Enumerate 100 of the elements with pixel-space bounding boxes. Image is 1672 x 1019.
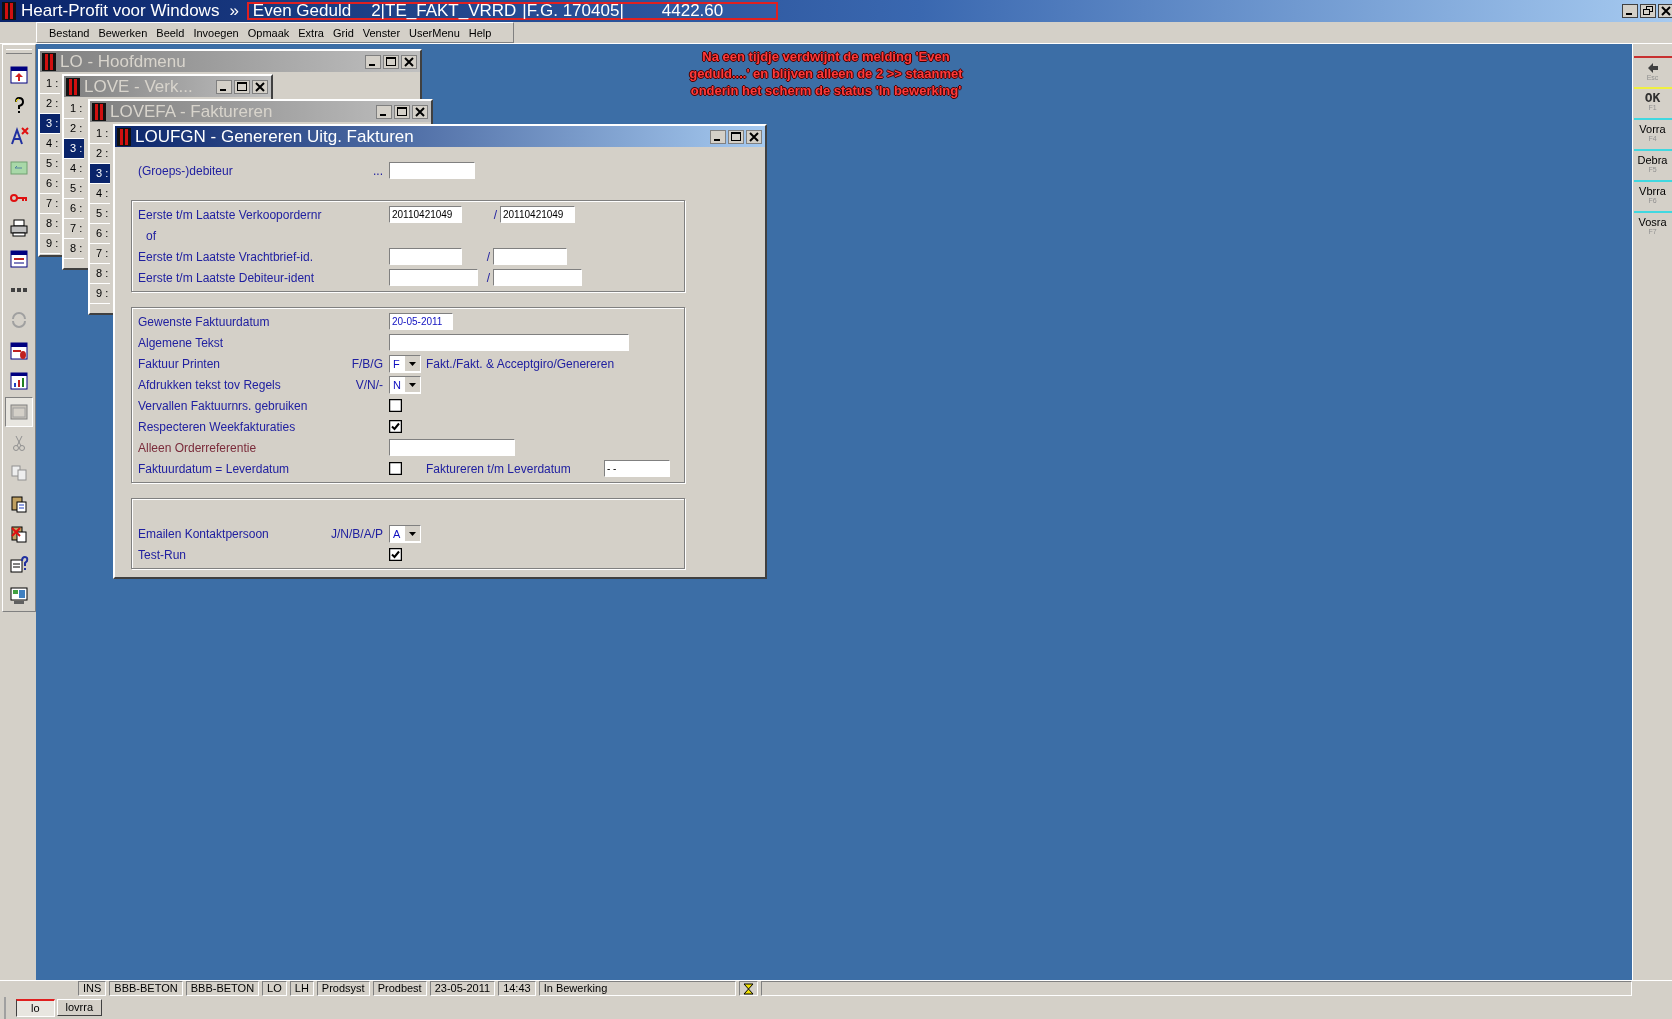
- status-field: 14:43: [498, 981, 536, 996]
- window-mouse-icon[interactable]: [9, 340, 29, 361]
- menu-item[interactable]: Grid: [332, 26, 354, 39]
- menu-item[interactable]: 9 :: [40, 234, 60, 254]
- close-button[interactable]: [1658, 4, 1672, 18]
- menu-item[interactable]: Help: [468, 26, 492, 39]
- minimize-button[interactable]: [710, 129, 726, 144]
- window-title: LOVEFA - Faktureren: [110, 101, 273, 122]
- paste-icon[interactable]: [9, 493, 29, 514]
- maximize-button[interactable]: [383, 54, 399, 69]
- app-logo-icon: [2, 2, 16, 20]
- close-button[interactable]: [401, 54, 417, 69]
- status-field: In Bewerking: [538, 981, 736, 996]
- input-field[interactable]: - -: [604, 460, 670, 477]
- input-field[interactable]: 20-05-2011: [389, 313, 453, 330]
- form-question-icon[interactable]: [9, 555, 29, 576]
- input-field[interactable]: [389, 334, 629, 351]
- field-label: (Groeps-)debiteur: [138, 163, 233, 178]
- input-field[interactable]: [389, 439, 515, 456]
- checkbox[interactable]: [389, 420, 402, 433]
- task-button[interactable]: lovrra: [56, 998, 103, 1016]
- menu-item[interactable]: 8 :: [40, 214, 60, 234]
- minimize-button[interactable]: [1622, 4, 1638, 18]
- input-field[interactable]: [389, 162, 475, 179]
- maximize-button[interactable]: [728, 129, 744, 144]
- printer-icon[interactable]: [9, 218, 29, 239]
- close-button[interactable]: [412, 104, 428, 119]
- restore-button[interactable]: [1640, 4, 1656, 18]
- menu-item[interactable]: 4 :: [40, 134, 60, 154]
- menu-item[interactable]: 6 :: [64, 199, 84, 219]
- minimize-button[interactable]: [216, 79, 232, 94]
- menu-item[interactable]: Extra: [298, 26, 324, 39]
- paste-delete-icon[interactable]: [9, 524, 29, 545]
- menu-item[interactable]: 4 :: [90, 184, 110, 204]
- maximize-button[interactable]: [394, 104, 410, 119]
- field-label: Emailen Kontaktpersoon: [138, 526, 269, 541]
- input-field[interactable]: [493, 269, 582, 286]
- range-separator: /: [486, 249, 490, 264]
- input-field[interactable]: [493, 248, 567, 265]
- menu-item[interactable]: UserMenu: [409, 26, 460, 39]
- menu-item[interactable]: Bestand: [49, 26, 90, 39]
- app-logo-icon: [66, 77, 80, 96]
- menu-item[interactable]: Invoegen: [193, 26, 239, 39]
- menu-item[interactable]: 5 :: [90, 204, 110, 224]
- menu-item[interactable]: 7 :: [40, 194, 60, 214]
- dropdown[interactable]: F: [389, 354, 421, 373]
- field-label: Faktureren t/m Leverdatum: [426, 461, 572, 476]
- menu-item[interactable]: Venster: [362, 26, 401, 39]
- chart-icon[interactable]: [9, 371, 29, 392]
- menu-item[interactable]: 1 :: [90, 124, 110, 144]
- checkbox[interactable]: [389, 548, 402, 561]
- input-field[interactable]: 20110421049: [389, 206, 462, 223]
- menu-item[interactable]: 6 :: [40, 174, 60, 194]
- dropdown[interactable]: A: [389, 524, 421, 543]
- menu-item[interactable]: 1 :: [40, 74, 60, 94]
- maximize-button[interactable]: [234, 79, 250, 94]
- field-label: Gewenste Faktuurdatum: [138, 314, 270, 329]
- input-field[interactable]: 20110421049: [500, 206, 575, 223]
- font-delete-icon[interactable]: [9, 126, 29, 147]
- task-button[interactable]: lo: [16, 998, 55, 1017]
- menu-item[interactable]: 1 :: [64, 99, 84, 119]
- menu-item[interactable]: 6 :: [90, 224, 110, 244]
- minimize-button[interactable]: [376, 104, 392, 119]
- status-field: INS: [78, 981, 107, 996]
- caret-icon: [405, 526, 420, 541]
- title-status-text: 2|TE_FAKT_VRRD: [371, 1, 517, 21]
- field-hint: Fakt./Fakt. & Acceptgiro/Genereren: [426, 356, 615, 371]
- dropdown[interactable]: N: [389, 375, 421, 394]
- menu-item[interactable]: 7 :: [90, 244, 110, 264]
- menu-item[interactable]: 7 :: [64, 219, 84, 239]
- input-field[interactable]: [389, 248, 462, 265]
- menu-item[interactable]: 3 :: [64, 139, 84, 159]
- menu-item[interactable]: 8 :: [90, 264, 110, 284]
- close-button[interactable]: [252, 79, 268, 94]
- minimize-button[interactable]: [365, 54, 381, 69]
- close-button[interactable]: [746, 129, 762, 144]
- window-icon[interactable]: [9, 248, 29, 269]
- menu-item[interactable]: 5 :: [64, 179, 84, 199]
- menu-item[interactable]: Beeld: [156, 26, 185, 39]
- checkbox[interactable]: [389, 462, 402, 475]
- menu-item[interactable]: 9 :: [90, 284, 110, 304]
- checkbox[interactable]: [389, 399, 402, 412]
- field-label: Faktuurdatum = Leverdatum: [138, 461, 290, 476]
- menu-item[interactable]: 5 :: [40, 154, 60, 174]
- status-field: LH: [289, 981, 314, 996]
- field-label: Algemene Tekst: [138, 335, 224, 350]
- screen-icon[interactable]: [9, 585, 29, 606]
- field-code: J/N/B/A/P: [331, 526, 383, 541]
- menu-item[interactable]: 8 :: [64, 239, 84, 259]
- menu-item[interactable]: Bewerken: [98, 26, 148, 39]
- menu-item[interactable]: 3 :: [40, 114, 60, 134]
- status-field: BBB-BETON: [109, 981, 183, 996]
- title-separator: »: [229, 1, 239, 21]
- window-title: LOVE - Verk...: [84, 76, 193, 97]
- input-field[interactable]: [389, 269, 478, 286]
- app-logo-icon: [42, 52, 56, 71]
- menu-item[interactable]: 3 :: [90, 164, 110, 184]
- status-field: 23-05-2011: [429, 981, 496, 996]
- menu-item[interactable]: 4 :: [64, 159, 84, 179]
- menu-item[interactable]: Opmaak: [247, 26, 290, 39]
